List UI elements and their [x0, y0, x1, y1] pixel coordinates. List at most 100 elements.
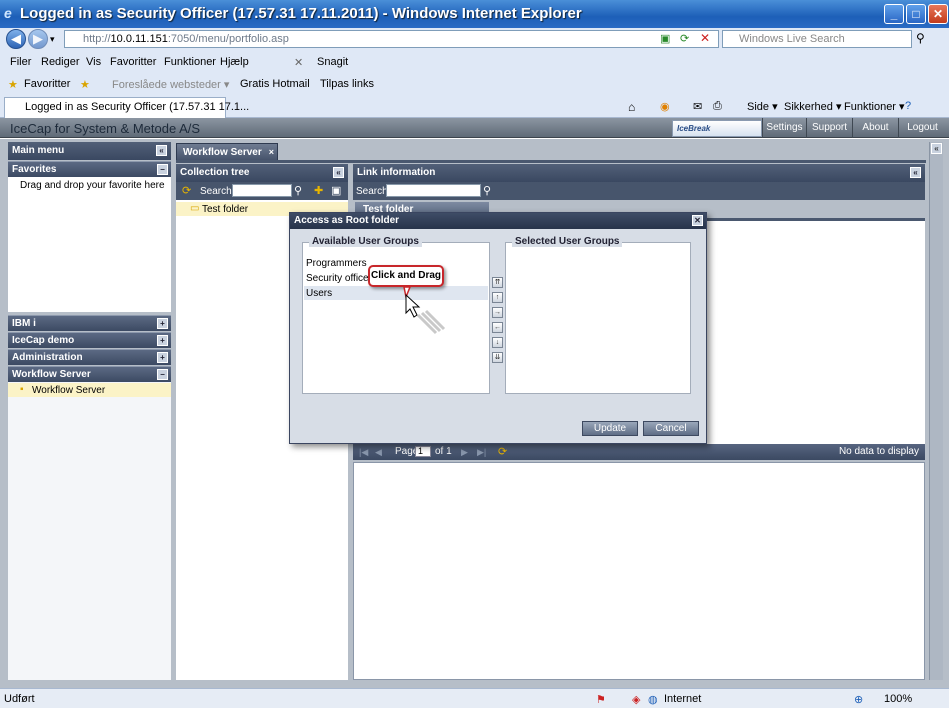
- test-folder-node[interactable]: Test folder: [202, 204, 248, 215]
- back-button[interactable]: ◀: [6, 29, 26, 49]
- menu-funktioner[interactable]: Funktioner: [164, 56, 216, 68]
- zoom-icon[interactable]: ⊕: [854, 693, 863, 706]
- home-icon[interactable]: ⌂: [628, 100, 635, 114]
- move-bottom-button[interactable]: ⇊: [492, 352, 503, 363]
- minimize-icon[interactable]: −: [157, 164, 168, 175]
- last-page-icon[interactable]: ▶|: [477, 444, 486, 460]
- fav-tilpas-links[interactable]: Tilpas links: [320, 78, 374, 90]
- address-bar[interactable]: http://10.0.11.151:7050/menu/portfolio.a…: [64, 30, 719, 48]
- first-page-icon[interactable]: |◀: [359, 444, 368, 460]
- expand-icon[interactable]: +: [157, 352, 168, 363]
- app-header: IceCap for System & Metode A/S Settings …: [0, 118, 949, 138]
- side-menu[interactable]: Side ▾: [747, 100, 778, 113]
- close-window-button[interactable]: ✕: [928, 4, 948, 24]
- move-up-button[interactable]: ↑: [492, 292, 503, 303]
- favorites-section[interactable]: Favorites −: [8, 161, 171, 177]
- workspace-tab[interactable]: Workflow Server ×: [176, 143, 278, 160]
- search-icon[interactable]: ⚲: [294, 184, 302, 197]
- refresh-icon[interactable]: ⟳: [498, 444, 507, 460]
- expand-icon[interactable]: +: [157, 335, 168, 346]
- print-icon[interactable]: ⎙: [713, 100, 722, 113]
- forward-button[interactable]: ▶: [28, 29, 48, 49]
- right-collapsed-panel[interactable]: «: [929, 142, 943, 680]
- browser-tab[interactable]: Logged in as Security Officer (17.57.31 …: [4, 97, 249, 118]
- collapse-icon[interactable]: «: [333, 167, 344, 178]
- close-tab-icon[interactable]: ×: [269, 144, 274, 161]
- favorites-button[interactable]: Favoritter: [24, 78, 70, 90]
- collapse-icon[interactable]: «: [156, 145, 167, 156]
- zoom-level[interactable]: 100%: [884, 693, 912, 705]
- window-title-bar: e Logged in as Security Officer (17.57.3…: [0, 0, 949, 28]
- prev-page-icon[interactable]: ◀: [375, 444, 382, 460]
- maximize-button[interactable]: □: [906, 4, 926, 24]
- link-search-input[interactable]: [386, 184, 481, 197]
- add-button[interactable]: →: [492, 307, 503, 318]
- section-administration[interactable]: Administration +: [8, 349, 171, 365]
- history-dropdown-icon[interactable]: ▾: [50, 34, 55, 45]
- sikkerhed-menu[interactable]: Sikkerhed ▾: [784, 100, 842, 113]
- menu-hjaelp[interactable]: Hjælp: [220, 56, 249, 68]
- main-menu-header: Main menu «: [8, 142, 171, 160]
- protected-mode-icon[interactable]: ◈: [632, 693, 640, 706]
- about-link[interactable]: About: [852, 118, 898, 138]
- close-dialog-icon[interactable]: ✕: [692, 215, 703, 226]
- app-title: IceCap for System & Metode A/S: [10, 121, 201, 136]
- globe-icon: ◍: [648, 694, 658, 706]
- drag-tooltip: Click and Drag: [368, 265, 444, 287]
- feeds-icon[interactable]: ◉: [660, 100, 670, 113]
- menu-filer[interactable]: Filer: [10, 56, 31, 68]
- snagit-button[interactable]: Snagit: [317, 56, 348, 68]
- favorites-hint: Drag and drop your favorite here: [20, 180, 165, 191]
- workflow-icon: ▪: [20, 384, 24, 395]
- search-icon[interactable]: ⚲: [916, 31, 925, 45]
- group-programmers[interactable]: Programmers: [306, 258, 367, 269]
- workflow-server-item[interactable]: Workflow Server: [32, 385, 105, 396]
- compat-view-icon[interactable]: ▣: [660, 32, 670, 45]
- minimize-icon[interactable]: −: [157, 369, 168, 380]
- drag-cursor-icon: [403, 286, 446, 335]
- collapse-icon[interactable]: «: [910, 167, 921, 178]
- close-menubar-icon[interactable]: ✕: [294, 56, 303, 69]
- settings-link[interactable]: Settings: [762, 118, 806, 138]
- window-title: Logged in as Security Officer (17.57.31 …: [20, 5, 582, 22]
- stop-icon[interactable]: ✕: [700, 31, 710, 45]
- section-workflow-server[interactable]: Workflow Server −: [8, 366, 171, 382]
- pager-bar: |◀ ◀ Page 1 of 1 ▶ ▶| ⟳ No data to displ…: [353, 444, 925, 460]
- logout-link[interactable]: Logout: [898, 118, 946, 138]
- page-input[interactable]: 1: [415, 446, 431, 457]
- funktioner-menu[interactable]: Funktioner ▾: [844, 100, 905, 113]
- live-search-input[interactable]: Windows Live Search: [722, 30, 912, 48]
- cancel-button[interactable]: Cancel: [643, 421, 699, 436]
- expand-icon[interactable]: «: [931, 143, 942, 154]
- move-down-button[interactable]: ↓: [492, 337, 503, 348]
- group-security-officers[interactable]: Security officers: [306, 273, 377, 284]
- ie-logo-icon: e: [4, 5, 12, 21]
- menu-rediger[interactable]: Rediger: [41, 56, 80, 68]
- minimize-button[interactable]: _: [884, 4, 904, 24]
- save-icon[interactable]: ▣: [331, 184, 341, 197]
- menu-favoritter[interactable]: Favoritter: [110, 56, 156, 68]
- support-link[interactable]: Support: [806, 118, 852, 138]
- add-favorite-icon[interactable]: ★: [80, 78, 90, 91]
- section-ibm-i[interactable]: IBM i +: [8, 315, 171, 331]
- favorites-bar: ★ Favoritter ★ Foreslåede websteder ▾ Gr…: [0, 74, 949, 94]
- refresh-icon[interactable]: ⟳: [680, 32, 689, 45]
- refresh-icon[interactable]: ⟳: [182, 184, 191, 197]
- fav-suggested-sites[interactable]: Foreslåede websteder ▾: [112, 78, 229, 91]
- popup-blocker-icon[interactable]: ⚑: [596, 693, 606, 706]
- search-icon[interactable]: ⚲: [483, 184, 491, 197]
- help-icon[interactable]: ?: [905, 100, 911, 112]
- update-button[interactable]: Update: [582, 421, 638, 436]
- menu-vis[interactable]: Vis: [86, 56, 101, 68]
- group-users[interactable]: Users: [306, 288, 332, 299]
- fav-hotmail[interactable]: Gratis Hotmail: [240, 78, 310, 90]
- move-top-button[interactable]: ⇈: [492, 277, 503, 288]
- expand-icon[interactable]: +: [157, 318, 168, 329]
- mail-icon[interactable]: ✉: [693, 100, 702, 113]
- next-page-icon[interactable]: ▶: [461, 444, 468, 460]
- section-icecap-demo[interactable]: IceCap demo +: [8, 332, 171, 348]
- collection-search-input[interactable]: [232, 184, 292, 197]
- add-folder-icon[interactable]: ✚: [314, 184, 323, 197]
- icebreak-logo: IceBreak: [672, 120, 762, 137]
- remove-button[interactable]: ←: [492, 322, 503, 333]
